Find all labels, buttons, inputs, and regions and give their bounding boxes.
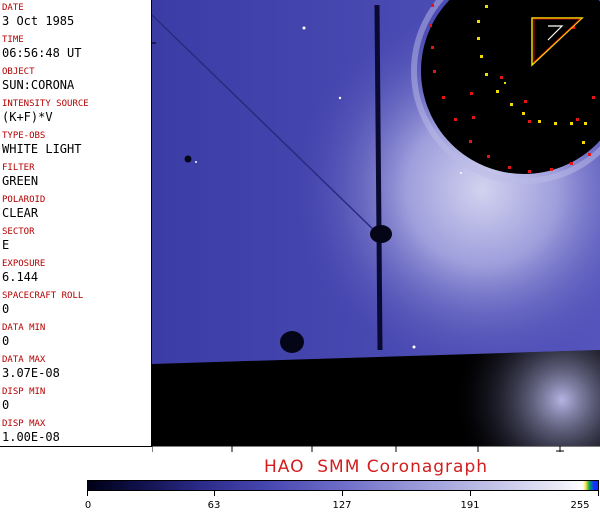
field-label: INTENSITY SOURCE bbox=[2, 99, 89, 109]
field-value: (K+F)*V bbox=[2, 110, 53, 124]
field-label: OBJECT bbox=[2, 67, 35, 77]
colorbar-tick-label: 0 bbox=[84, 500, 92, 511]
field-value: 06:56:48 UT bbox=[2, 46, 82, 60]
field-value: 0 bbox=[2, 398, 10, 412]
colorbar-tick-label: 191 bbox=[460, 500, 480, 511]
colorbar-tick-label: 63 bbox=[207, 500, 221, 511]
colorbar-tick-label: 255 bbox=[570, 500, 590, 511]
field-label: DISP MAX bbox=[2, 419, 46, 429]
field-object: OBJECT SUN:CORONA bbox=[2, 67, 150, 92]
field-type-obs: TYPE-OBS WHITE LIGHT bbox=[2, 131, 150, 156]
star bbox=[195, 161, 197, 163]
field-date: DATE 3 Oct 1985 bbox=[2, 3, 150, 28]
dust-speck bbox=[184, 155, 192, 163]
colorbar bbox=[87, 480, 599, 491]
star bbox=[338, 96, 342, 100]
field-polaroid: POLAROID CLEAR bbox=[2, 195, 150, 220]
instrument-title: HAO SMM Coronagraph bbox=[263, 457, 489, 477]
field-sector: SECTOR E bbox=[2, 227, 150, 252]
colorbar-tick bbox=[598, 490, 599, 496]
field-filter: FILTER GREEN bbox=[2, 163, 150, 188]
field-label: TYPE-OBS bbox=[2, 131, 46, 141]
field-label: EXPOSURE bbox=[2, 259, 46, 269]
pylon-hub bbox=[370, 225, 392, 243]
field-value: SUN:CORONA bbox=[2, 78, 75, 92]
field-value: CLEAR bbox=[2, 206, 39, 220]
field-value: E bbox=[2, 238, 10, 252]
field-label: SPACECRAFT ROLL bbox=[2, 291, 84, 301]
field-value: GREEN bbox=[2, 174, 39, 188]
colorbar-tick bbox=[470, 490, 471, 496]
field-value: 1.00E-08 bbox=[2, 430, 60, 444]
colorbar-tick bbox=[87, 490, 88, 496]
field-disp-max: DISP MAX 1.00E-08 bbox=[2, 419, 150, 444]
field-value: 0 bbox=[2, 334, 10, 348]
field-value: 3.07E-08 bbox=[2, 366, 60, 380]
star bbox=[302, 26, 306, 30]
field-label: DATE bbox=[2, 3, 24, 13]
lower-glow bbox=[152, 350, 600, 446]
field-value: 6.144 bbox=[2, 270, 39, 284]
star bbox=[460, 172, 462, 174]
field-data-min: DATA MIN 0 bbox=[2, 323, 150, 348]
field-disp-min: DISP MIN 0 bbox=[2, 387, 150, 412]
field-label: POLAROID bbox=[2, 195, 46, 205]
field-label: TIME bbox=[2, 35, 24, 45]
colorbar-tick bbox=[214, 490, 215, 496]
field-label: FILTER bbox=[2, 163, 35, 173]
pylon-arm bbox=[374, 4, 383, 351]
field-time: TIME 06:56:48 UT bbox=[2, 35, 150, 60]
field-label: SECTOR bbox=[2, 227, 35, 237]
dust-spot bbox=[280, 331, 304, 353]
field-label: DISP MIN bbox=[2, 387, 46, 397]
field-data-max: DATA MAX 3.07E-08 bbox=[2, 355, 150, 380]
field-label: DATA MAX bbox=[2, 355, 46, 365]
coronagraph-image bbox=[152, 0, 600, 446]
star bbox=[412, 345, 416, 349]
colorbar-tick bbox=[342, 490, 343, 496]
field-value: 0 bbox=[2, 302, 10, 316]
field-label: DATA MIN bbox=[2, 323, 46, 333]
metadata-panel: DATE 3 Oct 1985 TIME 06:56:48 UT OBJECT … bbox=[0, 0, 152, 447]
field-spacecraft-roll: SPACECRAFT ROLL 0 bbox=[2, 291, 150, 316]
field-value: WHITE LIGHT bbox=[2, 142, 82, 156]
field-value: 3 Oct 1985 bbox=[2, 14, 75, 28]
field-intensity-source: INTENSITY SOURCE (K+F)*V bbox=[2, 99, 150, 124]
coronagraph-image-svg bbox=[152, 0, 600, 446]
field-exposure: EXPOSURE 6.144 bbox=[2, 259, 150, 284]
colorbar-tick-label: 127 bbox=[332, 500, 352, 511]
